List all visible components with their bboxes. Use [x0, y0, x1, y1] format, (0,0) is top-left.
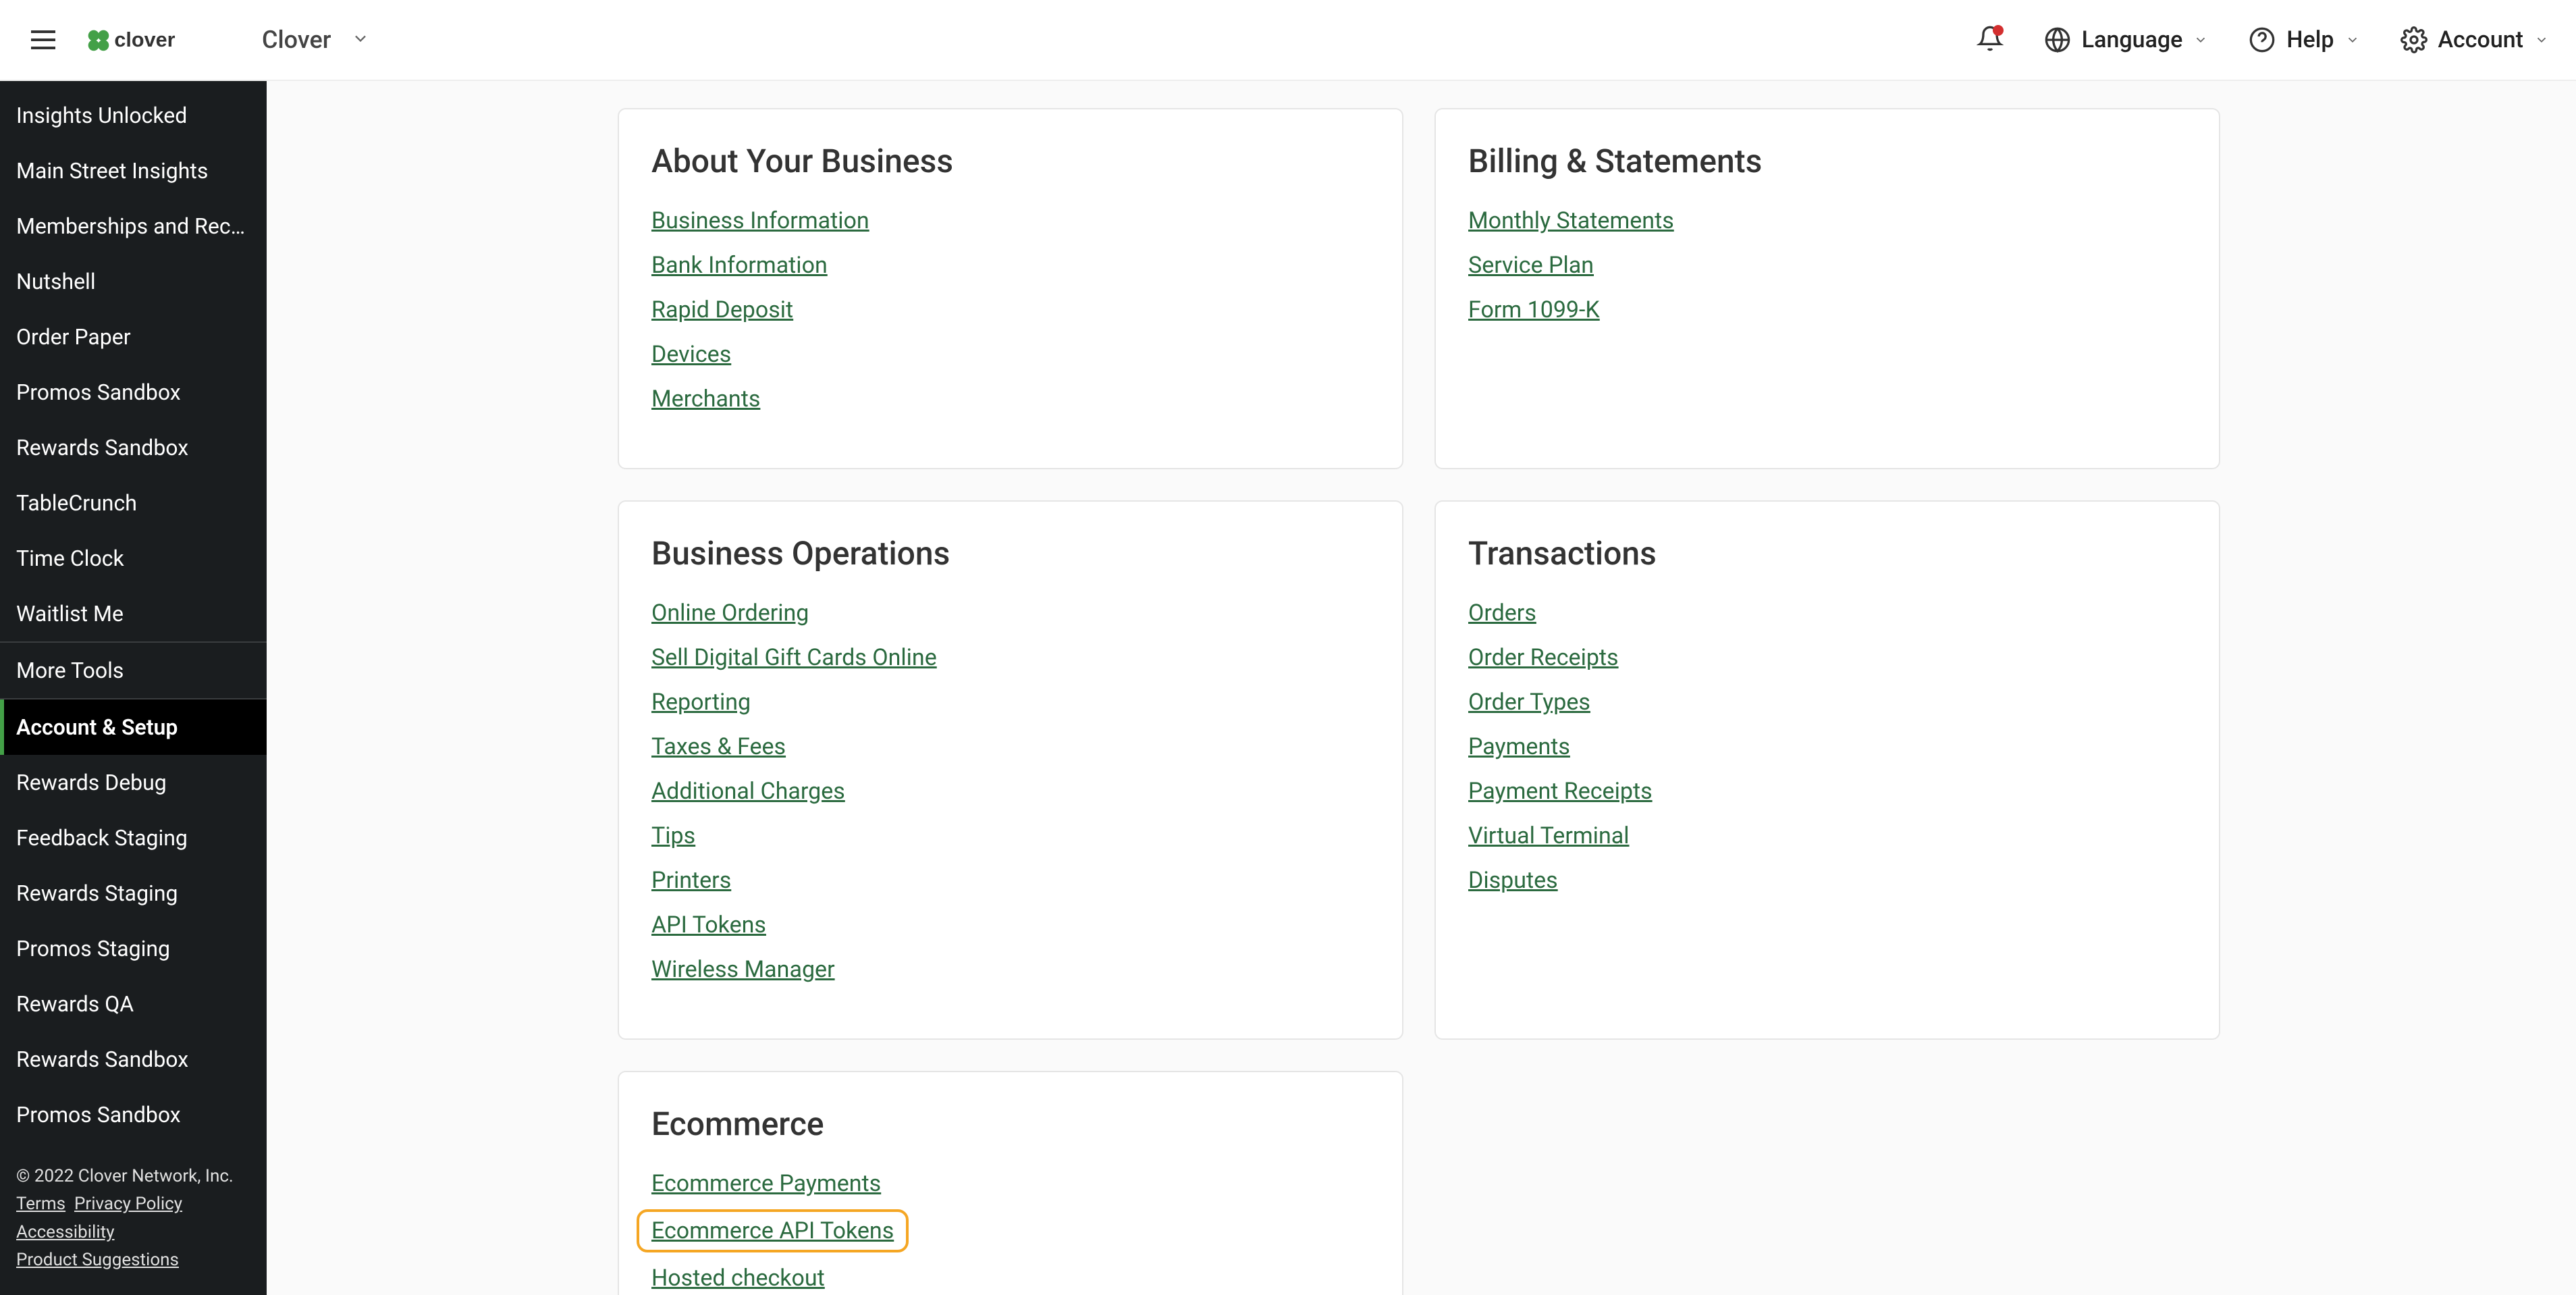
card-title: Billing & Statements: [1468, 142, 2186, 180]
card-link[interactable]: Monthly Statements: [1468, 207, 1674, 234]
sidebar-item[interactable]: Time Clock: [0, 531, 267, 586]
sidebar-item[interactable]: Rewards Staging: [0, 866, 267, 921]
chevron-down-icon: [2193, 26, 2208, 53]
sidebar-item-account-setup[interactable]: Account & Setup: [0, 699, 267, 755]
sidebar: Insights UnlockedMain Street InsightsMem…: [0, 81, 267, 1295]
language-button[interactable]: Language: [2044, 26, 2209, 53]
card-link[interactable]: Printers: [651, 867, 731, 894]
card-link[interactable]: Taxes & Fees: [651, 733, 786, 760]
footer-terms-link[interactable]: Terms: [16, 1194, 65, 1214]
sidebar-item[interactable]: Waitlist Me: [0, 586, 267, 641]
card-title: About Your Business: [651, 142, 1370, 180]
help-button[interactable]: Help: [2249, 26, 2359, 53]
sidebar-item[interactable]: Main Street Insights: [0, 143, 267, 199]
footer-copyright: © 2022 Clover Network, Inc.: [16, 1163, 250, 1191]
card-link[interactable]: Merchants: [651, 386, 760, 413]
hamburger-menu-icon[interactable]: [27, 24, 59, 56]
header: clover Clover Language: [0, 0, 2576, 81]
card-transactions: Transactions Orders Order Receipts Order T…: [1434, 500, 2220, 1040]
footer-privacy-link[interactable]: Privacy Policy: [74, 1194, 182, 1214]
card-link[interactable]: API Tokens: [651, 911, 766, 939]
language-label: Language: [2082, 26, 2183, 53]
globe-icon: [2044, 26, 2071, 53]
help-label: Help: [2286, 26, 2334, 53]
card-ecommerce: Ecommerce Ecommerce Payments Ecommerce AP…: [618, 1071, 1403, 1295]
sidebar-item[interactable]: Feedback Staging: [0, 810, 267, 866]
sidebar-footer: © 2022 Clover Network, Inc. Terms Privac…: [0, 1149, 267, 1295]
card-link[interactable]: Devices: [651, 341, 731, 368]
card-link[interactable]: Payment Receipts: [1468, 778, 1653, 805]
sidebar-item[interactable]: Insights Unlocked: [0, 88, 267, 143]
sidebar-item[interactable]: Order Paper: [0, 309, 267, 365]
notification-dot-icon: [1993, 25, 2004, 36]
card-link[interactable]: Sell Digital Gift Cards Online: [651, 644, 937, 671]
card-link[interactable]: Business Information: [651, 207, 869, 234]
sidebar-item[interactable]: Nutshell: [0, 254, 267, 309]
card-link[interactable]: Form 1099-K: [1468, 296, 1600, 323]
card-link[interactable]: Orders: [1468, 600, 1536, 627]
merchant-name: Clover: [262, 26, 331, 54]
notifications-button[interactable]: [1977, 25, 2004, 55]
merchant-selector[interactable]: Clover: [262, 26, 370, 54]
card-link[interactable]: Order Types: [1468, 689, 1590, 716]
card-link[interactable]: Payments: [1468, 733, 1570, 760]
card-link[interactable]: Wireless Manager: [651, 956, 835, 983]
card-link[interactable]: Rapid Deposit: [651, 296, 793, 323]
card-link[interactable]: Reporting: [651, 689, 751, 716]
sidebar-item[interactable]: Memberships and Recu…: [0, 199, 267, 254]
sidebar-item[interactable]: TableCrunch: [0, 475, 267, 531]
sidebar-item[interactable]: Promos Staging: [0, 921, 267, 976]
sidebar-item[interactable]: Rewards Debug: [0, 755, 267, 810]
card-link[interactable]: Ecommerce Payments: [651, 1170, 881, 1197]
card-link[interactable]: Online Ordering: [651, 600, 809, 627]
card-title: Business Operations: [651, 534, 1370, 573]
account-label: Account: [2438, 26, 2524, 53]
chevron-down-icon: [351, 26, 370, 54]
card-link[interactable]: Order Receipts: [1468, 644, 1619, 671]
sidebar-item[interactable]: Rewards QA: [0, 976, 267, 1032]
card-link[interactable]: Ecommerce API Tokens: [642, 1215, 903, 1247]
svg-text:clover: clover: [114, 28, 175, 51]
card-link[interactable]: Service Plan: [1468, 252, 1594, 279]
gear-icon: [2400, 26, 2427, 53]
card-about-your-business: About Your Business Business Information…: [618, 108, 1403, 469]
clover-logo[interactable]: clover: [86, 24, 208, 56]
card-title: Transactions: [1468, 534, 2186, 573]
main-content: About Your Business Business Information…: [267, 81, 2576, 1295]
help-icon: [2249, 26, 2276, 53]
footer-accessibility-link[interactable]: Accessibility: [16, 1222, 115, 1242]
account-button[interactable]: Account: [2400, 26, 2550, 53]
sidebar-item-more-tools[interactable]: More Tools: [0, 643, 267, 698]
card-billing-statements: Billing & Statements Monthly Statements S…: [1434, 108, 2220, 469]
chevron-down-icon: [2534, 26, 2549, 53]
card-link[interactable]: Hosted checkout: [651, 1265, 825, 1292]
card-link[interactable]: Bank Information: [651, 252, 828, 279]
chevron-down-icon: [2345, 26, 2360, 53]
card-link[interactable]: Tips: [651, 822, 695, 849]
card-link[interactable]: Disputes: [1468, 867, 1558, 894]
sidebar-item[interactable]: Rewards Sandbox: [0, 420, 267, 475]
sidebar-item[interactable]: Promos Sandbox: [0, 365, 267, 420]
footer-product-suggestions-link[interactable]: Product Suggestions: [16, 1250, 179, 1270]
card-link[interactable]: Additional Charges: [651, 778, 845, 805]
card-title: Ecommerce: [651, 1105, 1370, 1143]
card-business-operations: Business Operations Online Ordering Sell …: [618, 500, 1403, 1040]
sidebar-item[interactable]: Rewards Sandbox: [0, 1032, 267, 1087]
sidebar-item[interactable]: Promos Sandbox: [0, 1087, 267, 1142]
card-link[interactable]: Virtual Terminal: [1468, 822, 1629, 849]
